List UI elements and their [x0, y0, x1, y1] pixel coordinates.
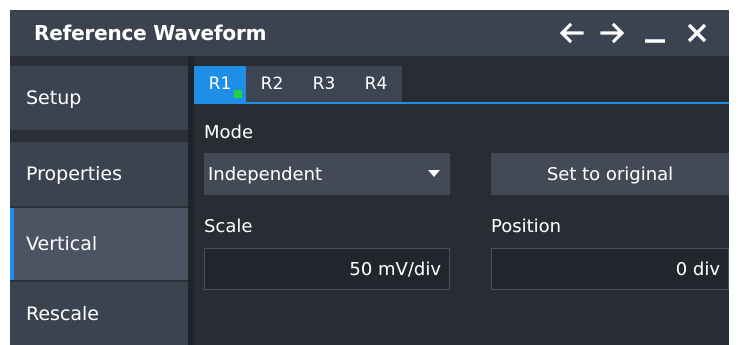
scale-input[interactable]: 50 mV/div: [204, 248, 450, 290]
tab-label: R2: [260, 74, 284, 94]
tab-bar: R1 R2 R3 R4: [194, 66, 402, 102]
set-to-original-label: Set to original: [546, 163, 674, 185]
tab-r3[interactable]: R3: [298, 66, 350, 102]
chevron-down-icon: [428, 170, 440, 177]
mode-value: Independent: [208, 163, 323, 185]
close-icon[interactable]: [683, 19, 711, 47]
active-indicator-icon: [234, 90, 242, 98]
sidebar-item-properties[interactable]: Properties: [10, 142, 188, 206]
forward-arrow-icon[interactable]: [599, 19, 627, 47]
sidebar-item-rescale[interactable]: Rescale: [10, 282, 188, 345]
minimize-icon[interactable]: [641, 19, 669, 47]
sidebar-item-label: Properties: [26, 163, 123, 185]
position-value: 0 div: [675, 258, 720, 280]
tab-label: R4: [364, 74, 388, 94]
sidebar-item-vertical[interactable]: Vertical: [10, 208, 188, 280]
sidebar-item-label: Vertical: [26, 233, 98, 255]
title-actions: [557, 19, 711, 47]
sidebar-item-setup[interactable]: Setup: [10, 66, 188, 130]
sidebar-item-label: Rescale: [26, 303, 99, 325]
tab-r2[interactable]: R2: [246, 66, 298, 102]
mode-dropdown[interactable]: Independent: [204, 153, 450, 195]
set-to-original-button[interactable]: Set to original: [491, 153, 729, 195]
mode-label: Mode: [204, 122, 254, 143]
scale-label: Scale: [204, 216, 253, 237]
content-panel: R1 R2 R3 R4 Mode Independent Set to orig…: [194, 56, 729, 345]
sidebar: Setup Properties Vertical Rescale: [10, 56, 188, 345]
position-input[interactable]: 0 div: [491, 248, 729, 290]
tab-label: R3: [312, 74, 336, 94]
scale-value: 50 mV/div: [349, 258, 441, 280]
tab-underline: [194, 102, 729, 104]
tab-label: R1: [208, 74, 232, 94]
sidebar-item-label: Setup: [26, 87, 82, 109]
title-bar: Reference Waveform: [10, 10, 729, 56]
back-arrow-icon[interactable]: [557, 19, 585, 47]
window-title: Reference Waveform: [34, 21, 267, 45]
tab-r1[interactable]: R1: [194, 66, 246, 102]
position-label: Position: [491, 216, 562, 237]
tab-r4[interactable]: R4: [350, 66, 402, 102]
